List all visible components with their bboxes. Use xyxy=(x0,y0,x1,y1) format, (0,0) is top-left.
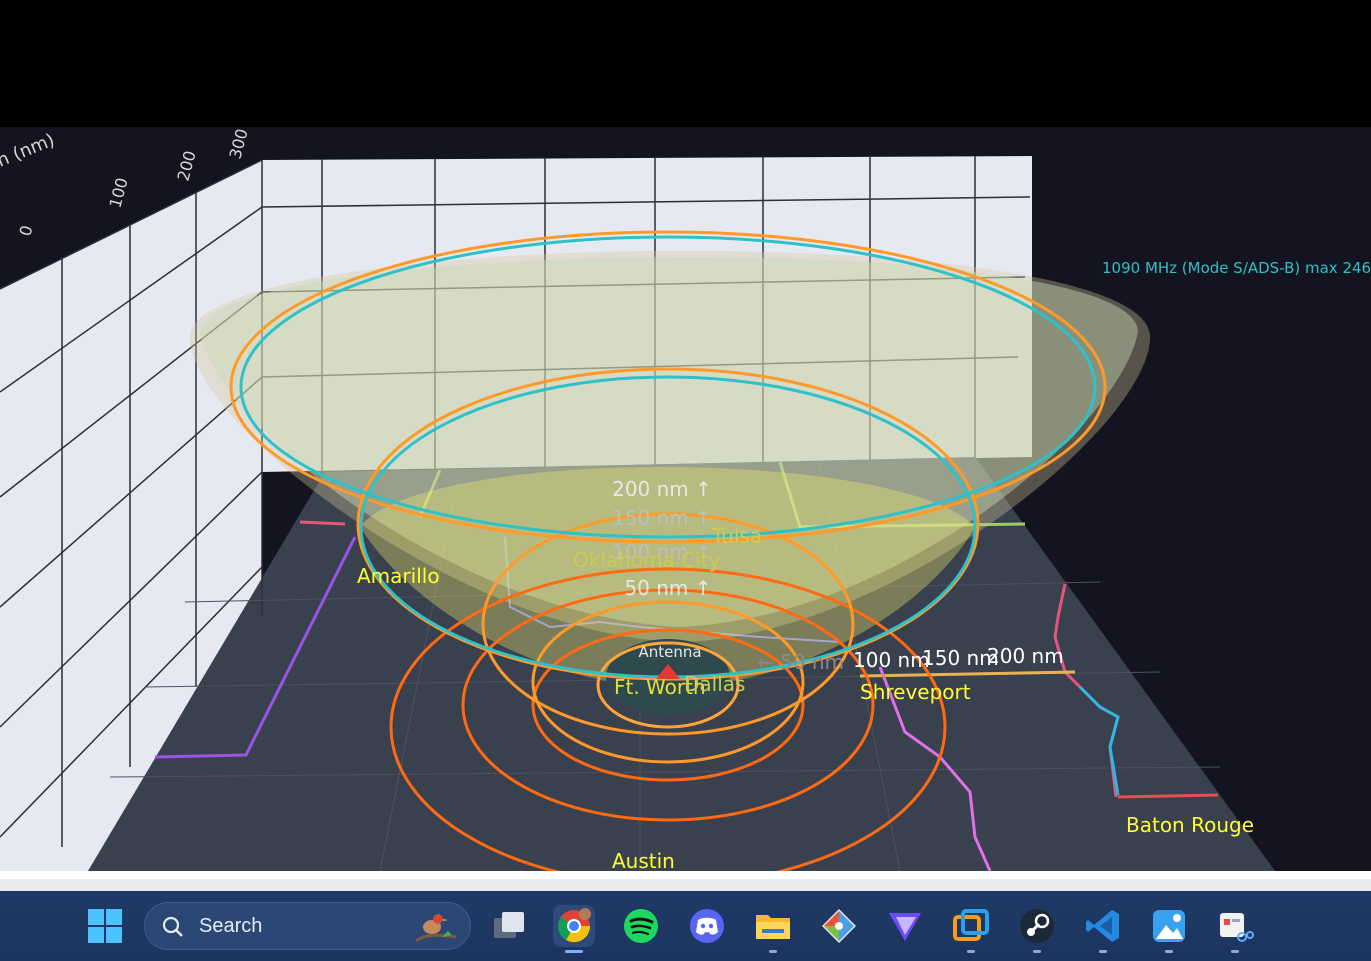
range-label-200-up: 200 nm ↑ xyxy=(612,477,712,501)
legend-entry[interactable]: 1090 MHz (Mode S/ADS-B) max 246 xyxy=(1102,259,1371,277)
3d-plot-viewport[interactable]: Antenna 200 nm ↑ 150 nm ↑ 100 nm ↑ 50 nm… xyxy=(0,127,1371,871)
search-icon xyxy=(162,916,183,937)
steam-icon[interactable] xyxy=(1016,905,1058,953)
bird-widget-icon xyxy=(415,914,457,943)
range-label-200-right: 200 nm xyxy=(987,644,1064,668)
range-label-100-right: 100 nm xyxy=(853,648,930,672)
spotify-icon[interactable] xyxy=(620,905,662,947)
photos-icon[interactable] xyxy=(1148,905,1190,953)
city-dallas: Dallas xyxy=(684,672,745,696)
city-shreveport: Shreveport xyxy=(860,680,971,704)
top-black-bar xyxy=(0,0,1371,127)
vscode-icon[interactable] xyxy=(1082,905,1124,953)
start-icon[interactable] xyxy=(84,905,126,947)
range-label-150-up: 150 nm ↑ xyxy=(612,506,712,530)
remote-desktop-icon[interactable] xyxy=(950,905,992,953)
chrome-icon[interactable] xyxy=(553,905,595,953)
file-explorer-icon[interactable] xyxy=(752,905,794,953)
city-tulsa: Tulsa xyxy=(711,524,762,548)
snipping-tool-icon[interactable] xyxy=(1214,905,1256,953)
city-baton-rouge: Baton Rouge xyxy=(1126,813,1254,837)
range-label-50-right: ← 50 nm xyxy=(757,650,844,674)
antenna-label: Antenna xyxy=(638,643,701,661)
task-view-icon[interactable] xyxy=(488,905,530,947)
range-label-50-up: 50 nm ↑ xyxy=(624,576,711,600)
plot-scene[interactable]: Antenna 200 nm ↑ 150 nm ↑ 100 nm ↑ 50 nm… xyxy=(0,127,1371,871)
search-placeholder: Search xyxy=(199,915,263,937)
taskbar: Search xyxy=(0,891,1371,961)
city-austin: Austin xyxy=(612,849,675,871)
vpn-icon[interactable] xyxy=(884,905,926,947)
city-amarillo: Amarillo xyxy=(357,564,440,588)
git-icon[interactable] xyxy=(818,905,860,947)
window-bottom-border xyxy=(0,871,1371,879)
city-oklahoma-city: Oklahoma City xyxy=(573,548,721,572)
window-gap xyxy=(0,879,1371,891)
discord-icon[interactable] xyxy=(686,905,728,947)
search-input[interactable]: Search xyxy=(144,902,471,950)
